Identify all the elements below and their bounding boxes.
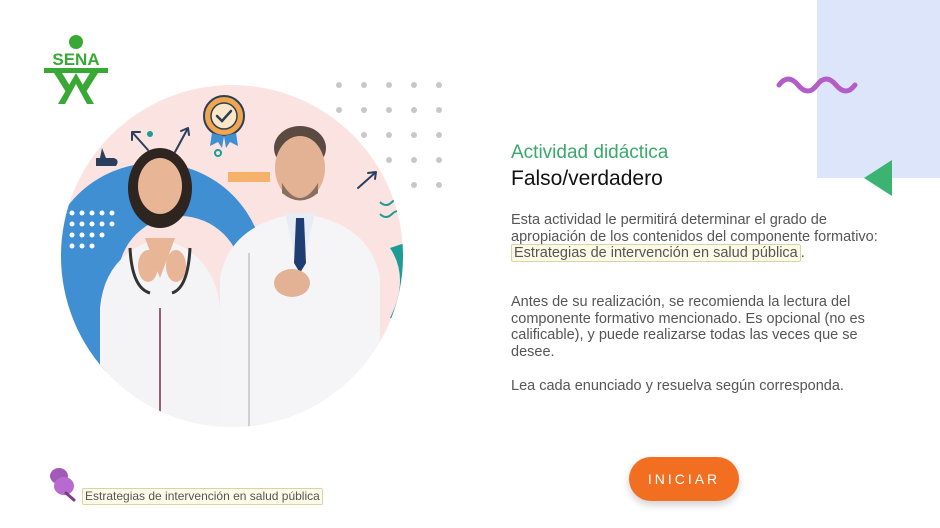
activity-label: Actividad didáctica [511,142,669,163]
start-button[interactable]: INICIAR [629,457,739,501]
activity-title: Falso/verdadero [511,167,663,190]
hero-illustration [61,82,442,427]
p1-end: . [800,245,805,262]
logo-text: SENA [52,50,99,69]
component-link[interactable]: Estrategias de intervención en salud púb… [511,244,801,263]
description-paragraph-3: Lea cada enunciado y resuelva según corr… [511,378,844,394]
triangle-decoration [864,160,892,196]
squiggle-decoration [776,76,858,94]
pushpin-icon [50,468,76,502]
description-paragraph-1: Esta actividad le permitirá determinar e… [511,212,883,263]
footer-component-link[interactable]: Estrategias de intervención en salud púb… [82,488,323,505]
p1-text: Esta actividad le permitirá determinar e… [511,212,878,245]
description-paragraph-2: Antes de su realización, se recomienda l… [511,294,865,360]
